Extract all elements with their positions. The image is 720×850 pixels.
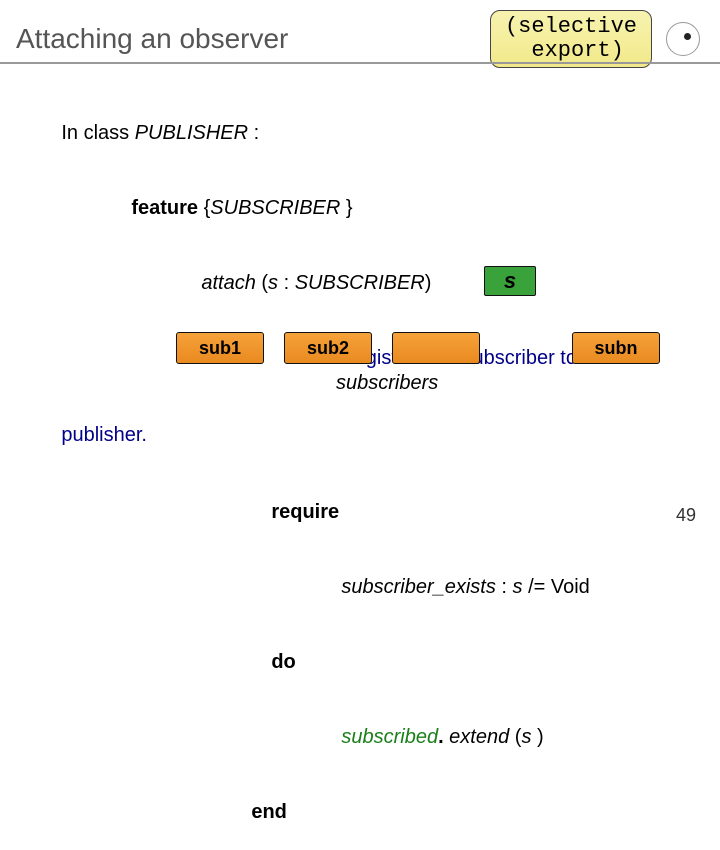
box-label: subn bbox=[595, 338, 638, 359]
call-target: subscribed bbox=[341, 726, 438, 748]
list-item: sub2 bbox=[284, 332, 372, 364]
type-name: SUBSCRIBER bbox=[295, 272, 425, 294]
list-item bbox=[392, 332, 480, 364]
text: /= Void bbox=[523, 576, 590, 598]
param: s bbox=[268, 272, 278, 294]
text: : bbox=[278, 272, 295, 294]
selective-export-badge: (selective export) bbox=[490, 10, 652, 68]
text: : bbox=[248, 122, 259, 144]
list-item: sub1 bbox=[176, 332, 264, 364]
logo-icon bbox=[666, 22, 700, 56]
text: ) bbox=[531, 726, 543, 748]
keyword-do: do bbox=[271, 651, 295, 673]
text: } bbox=[340, 197, 352, 219]
assertion-tag: subscriber_exists bbox=[341, 576, 496, 598]
code-block: In class PUBLISHER : feature {SUBSCRIBER… bbox=[0, 74, 720, 850]
divider bbox=[0, 62, 720, 64]
text: ( bbox=[509, 726, 521, 748]
text: : bbox=[496, 576, 513, 598]
keyword-end: end bbox=[251, 801, 287, 823]
keyword-feature: feature bbox=[131, 197, 198, 219]
keyword-require: require bbox=[271, 501, 339, 523]
class-name: SUBSCRIBER bbox=[210, 197, 340, 219]
box-label: sub2 bbox=[307, 338, 349, 359]
routine-name: attach bbox=[201, 272, 255, 294]
comment: publisher. bbox=[61, 424, 147, 446]
call-feature: extend bbox=[444, 726, 510, 748]
text: ( bbox=[256, 272, 268, 294]
text: ) bbox=[425, 272, 432, 294]
list-boxes: sub1 sub2 subn bbox=[176, 332, 660, 364]
class-name: PUBLISHER bbox=[135, 122, 248, 144]
call-arg: s bbox=[521, 726, 531, 748]
page-title: Attaching an observer bbox=[16, 23, 288, 55]
list-caption: subscribers bbox=[336, 372, 438, 395]
text: { bbox=[198, 197, 210, 219]
page-number: 49 bbox=[676, 505, 696, 526]
s-box: s bbox=[484, 266, 536, 296]
var: s bbox=[513, 576, 523, 598]
s-box-label: s bbox=[504, 268, 516, 294]
box-label: sub1 bbox=[199, 338, 241, 359]
list-item: subn bbox=[572, 332, 660, 364]
text: In class bbox=[61, 122, 134, 144]
